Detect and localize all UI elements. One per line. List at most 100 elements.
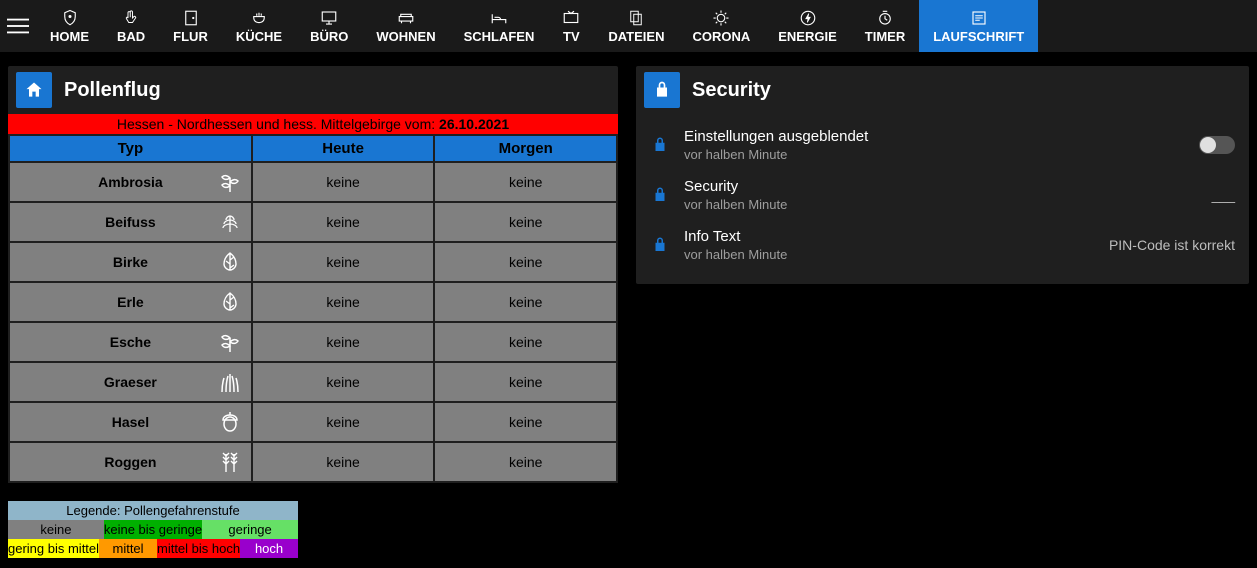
legend-cell: gering bis mittel	[8, 539, 99, 558]
pollen-type: Graeser	[10, 363, 251, 401]
legend-cell: mittel bis hoch	[157, 539, 240, 558]
leaf-icon	[217, 289, 243, 315]
hamburger-icon	[7, 15, 29, 37]
nav-küche[interactable]: KÜCHE	[222, 0, 296, 52]
pollen-title: Pollenflug	[64, 79, 161, 102]
pollen-morgen: keine	[435, 323, 616, 361]
nav-label: FLUR	[173, 29, 208, 44]
security-title: Security	[692, 79, 771, 102]
legend-title: Legende: Pollengefahrenstufe	[8, 501, 298, 520]
security-row: Security vor halben Minute ___	[646, 170, 1239, 220]
nav-home[interactable]: HOME	[36, 0, 103, 52]
menu-button[interactable]	[0, 0, 36, 52]
pollen-morgen: keine	[435, 203, 616, 241]
pollen-morgen: keine	[435, 243, 616, 281]
pollen-morgen: keine	[435, 403, 616, 441]
nav-wohnen[interactable]: WOHNEN	[362, 0, 449, 52]
security-item-title: Security	[684, 178, 1181, 195]
nav-timer[interactable]: TIMER	[851, 0, 919, 52]
plant1-icon	[217, 329, 243, 355]
bolt-icon	[799, 9, 817, 27]
pollen-row: Roggen keine keine	[10, 443, 616, 481]
pollen-table: Typ Heute Morgen Ambrosia keine keine Be…	[8, 134, 618, 483]
pollen-name: Erle	[14, 294, 247, 310]
security-item-title: Einstellungen ausgeblendet	[684, 128, 1185, 145]
wheat-icon	[217, 449, 243, 475]
pollen-morgen: keine	[435, 363, 616, 401]
legend-cell: mittel	[99, 539, 157, 558]
plant1-icon	[217, 169, 243, 195]
hand-icon	[122, 9, 140, 27]
security-item-sub: vor halben Minute	[684, 147, 1185, 162]
pollen-row: Birke keine keine	[10, 243, 616, 281]
banner-date: 26.10.2021	[439, 116, 509, 132]
leaf-icon	[217, 249, 243, 275]
pollen-type: Ambrosia	[10, 163, 251, 201]
pollen-row: Esche keine keine	[10, 323, 616, 361]
pot-icon	[250, 9, 268, 27]
security-value: PIN-Code ist korrekt	[1109, 237, 1235, 253]
nav-bad[interactable]: BAD	[103, 0, 159, 52]
nav-büro[interactable]: BÜRO	[296, 0, 362, 52]
virus-icon	[712, 9, 730, 27]
nav-label: HOME	[50, 29, 89, 44]
pollen-heute: keine	[253, 323, 434, 361]
toggle[interactable]	[1199, 136, 1235, 154]
pollen-row: Ambrosia keine keine	[10, 163, 616, 201]
nav-label: DATEIEN	[608, 29, 664, 44]
nav-label: CORONA	[692, 29, 750, 44]
grass-icon	[217, 369, 243, 395]
pollen-row: Graeser keine keine	[10, 363, 616, 401]
pollen-row: Hasel keine keine	[10, 403, 616, 441]
nav-energie[interactable]: ENERGIE	[764, 0, 851, 52]
pollen-row: Beifuss keine keine	[10, 203, 616, 241]
pollen-heute: keine	[253, 283, 434, 321]
col-typ: Typ	[10, 136, 251, 161]
pollen-heute: keine	[253, 443, 434, 481]
pollen-name: Esche	[14, 334, 247, 350]
nav-label: KÜCHE	[236, 29, 282, 44]
pollen-type: Birke	[10, 243, 251, 281]
nut-icon	[217, 409, 243, 435]
nav-laufschrift[interactable]: LAUFSCHRIFT	[919, 0, 1038, 52]
pollen-name: Birke	[14, 254, 247, 270]
nav-label: BÜRO	[310, 29, 348, 44]
legend-cell: keine	[8, 520, 104, 539]
timer-icon	[876, 9, 894, 27]
nav-label: SCHLAFEN	[464, 29, 535, 44]
desktop-icon	[320, 9, 338, 27]
security-value: ___	[1195, 187, 1235, 203]
pollen-name: Ambrosia	[14, 174, 247, 190]
pollen-card: Pollenflug Hessen - Nordhessen und hess.…	[8, 66, 618, 483]
bed-icon	[490, 9, 508, 27]
home-icon[interactable]	[16, 72, 52, 108]
pollen-type: Roggen	[10, 443, 251, 481]
nav-corona[interactable]: CORONA	[678, 0, 764, 52]
pollen-type: Esche	[10, 323, 251, 361]
sofa-icon	[397, 9, 415, 27]
banner-prefix: Hessen - Nordhessen und hess. Mittelgebi…	[117, 116, 439, 132]
pollen-heute: keine	[253, 363, 434, 401]
pollen-banner: Hessen - Nordhessen und hess. Mittelgebi…	[8, 114, 618, 134]
col-morgen: Morgen	[435, 136, 616, 161]
lock-icon	[650, 186, 670, 204]
pollen-type: Beifuss	[10, 203, 251, 241]
pollen-row: Erle keine keine	[10, 283, 616, 321]
security-row: Info Text vor halben Minute PIN-Code ist…	[646, 220, 1239, 270]
nav-flur[interactable]: FLUR	[159, 0, 222, 52]
nav-label: ENERGIE	[778, 29, 837, 44]
pollen-heute: keine	[253, 163, 434, 201]
nav-dateien[interactable]: DATEIEN	[594, 0, 678, 52]
door-icon	[182, 9, 200, 27]
legend-cell: geringe	[202, 520, 298, 539]
pollen-type: Hasel	[10, 403, 251, 441]
pollen-morgen: keine	[435, 283, 616, 321]
security-item-title: Info Text	[684, 228, 1095, 245]
nav-tv[interactable]: TV	[548, 0, 594, 52]
top-nav: HOME BAD FLUR KÜCHE BÜRO WOHNEN SCHLAFEN TV DATE…	[0, 0, 1257, 52]
lock-header-icon	[644, 72, 680, 108]
nav-schlafen[interactable]: SCHLAFEN	[450, 0, 549, 52]
security-item-sub: vor halben Minute	[684, 247, 1095, 262]
lock-icon	[650, 236, 670, 254]
nav-label: BAD	[117, 29, 145, 44]
